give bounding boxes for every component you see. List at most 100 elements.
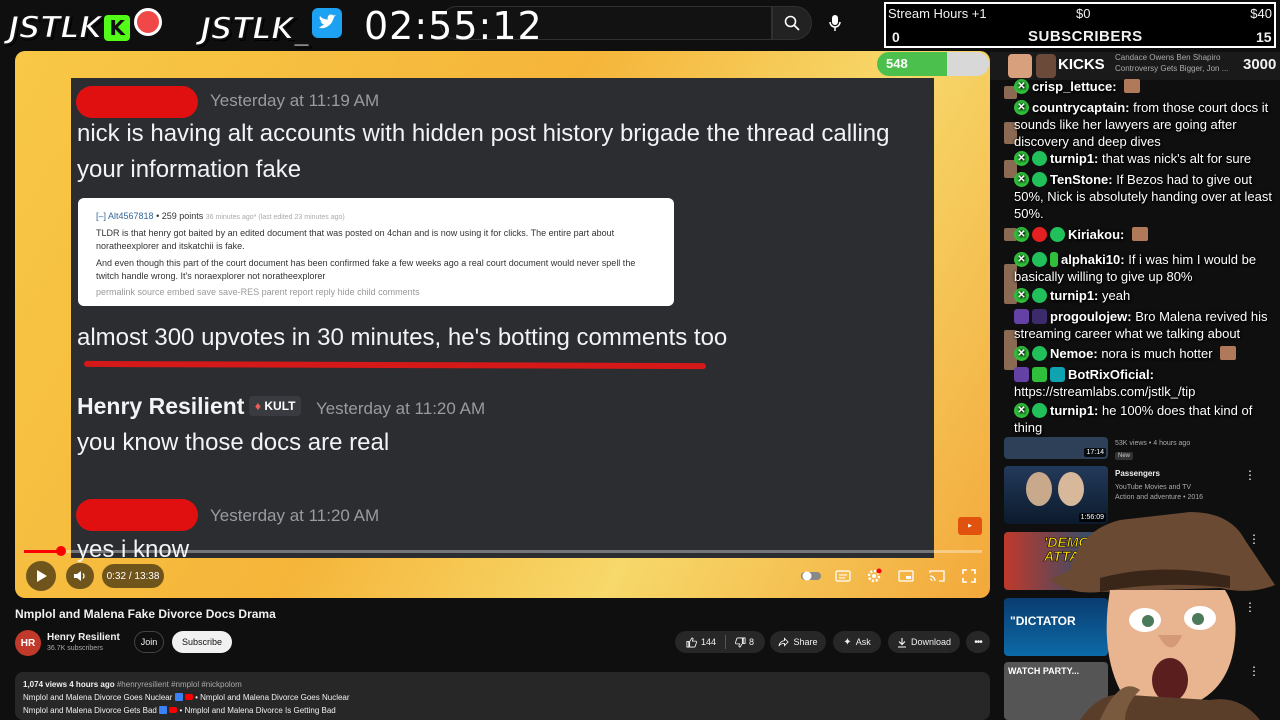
channel-subscribers: 36.7K subscribers <box>47 645 104 652</box>
stream-timer: 02:55:12 <box>364 4 543 48</box>
description-link[interactable]: • Nmplol and Malena Divorce Goes Nuclear <box>195 693 349 702</box>
progress-bar[interactable] <box>24 550 982 553</box>
chat-message: crisp_lettuce: <box>1014 78 1278 95</box>
description-line: Nmplol and Malena Divorce Gets Bad • Nmp… <box>23 704 982 717</box>
dislike-count: 8 <box>749 637 755 647</box>
dislike-button[interactable]: 8 <box>735 637 754 648</box>
recommendation-thumbnail[interactable]: 17:14 <box>1004 437 1108 459</box>
chat-text[interactable]: https://streamlabs.com/jstlk_/tip <box>1014 384 1195 399</box>
reddit-paragraph: And even though this part of the court d… <box>96 258 636 281</box>
join-button[interactable]: Join <box>134 631 164 653</box>
miniplayer-icon <box>898 570 914 582</box>
chat-text: yeah <box>1102 288 1131 303</box>
video-description[interactable]: 1,074 views 4 hours ago #henryresilient … <box>15 672 990 720</box>
reddit-links: permalink source embed save save-RES par… <box>96 287 420 297</box>
reddit-user: [–] Alt4567818 <box>96 211 154 221</box>
microphone-icon <box>829 15 841 31</box>
chat-message: countrycaptain: from those court docs it… <box>1014 99 1278 150</box>
captions-icon <box>834 570 851 582</box>
arrow-icon <box>159 706 168 714</box>
subscriber-badge-icon <box>1032 403 1047 418</box>
voice-search-button[interactable] <box>820 6 850 40</box>
fullscreen-button[interactable] <box>958 567 980 585</box>
description-meta: 1,074 views 4 hours ago #henryresilient … <box>23 678 982 691</box>
like-dislike-group: 144 8 <box>675 631 765 653</box>
subscriber-badge-icon <box>1032 288 1047 303</box>
emote-icon <box>1220 346 1237 360</box>
message-timestamp: Yesterday at 11:19 AM <box>210 91 380 110</box>
subscribe-button[interactable]: Subscribe <box>172 631 232 653</box>
username: Henry Resilient <box>77 393 245 419</box>
chat-username[interactable]: turnip1: <box>1050 151 1098 166</box>
share-label: Share <box>793 637 818 647</box>
subscribe-watermark[interactable]: ▶ <box>958 517 982 535</box>
chat-text: nora is much hotter <box>1101 346 1213 361</box>
more-options-icon[interactable]: ⋮ <box>1244 468 1256 482</box>
chat-message: turnip1: that was nick's alt for sure <box>1014 150 1278 167</box>
new-badge: New <box>1115 452 1134 460</box>
reddit-comment-meta: [–] Alt4567818 • 259 points 36 minutes a… <box>96 210 656 224</box>
kicks-desc-line1: Candace Owens Ben Shapiro <box>1115 53 1221 62</box>
kick-x-badge-icon <box>1014 78 1029 95</box>
chat-username[interactable]: BotRixOficial: <box>1068 367 1154 382</box>
kick-channel-logo: JSTLK K <box>7 8 162 45</box>
chat-username[interactable]: countrycaptain: <box>1032 100 1130 115</box>
chat-username[interactable]: crisp_lettuce: <box>1032 79 1117 94</box>
stream-hours-title: Stream Hours +1 <box>888 6 987 21</box>
ask-button[interactable]: ✦ Ask <box>833 631 881 653</box>
play-button[interactable] <box>26 561 56 591</box>
recommendation-title[interactable]: Passengers <box>1115 469 1160 478</box>
chat-username[interactable]: progoulojew: <box>1050 309 1132 324</box>
more-actions-button[interactable]: ••• <box>966 631 990 653</box>
share-button[interactable]: Share <box>770 631 826 653</box>
redacted-username <box>76 499 198 531</box>
chat-username[interactable]: alphaki10: <box>1061 252 1125 267</box>
message-text: almost 300 upvotes in 30 minutes, he's b… <box>77 324 728 351</box>
description-link[interactable]: • Nmplol and Malena Divorce Is Getting B… <box>180 706 336 715</box>
kick-x-badge-icon <box>1014 287 1029 304</box>
settings-button[interactable] <box>863 567 885 585</box>
counter-value: 548 <box>886 56 908 71</box>
chat-message: Nemoe: nora is much hotter <box>1014 345 1278 362</box>
like-button[interactable]: 144 <box>686 637 716 648</box>
reddit-points: • 259 points <box>156 211 204 221</box>
gear-icon <box>867 568 882 583</box>
cast-button[interactable] <box>926 567 948 585</box>
subscriber-badge-icon <box>1032 252 1047 267</box>
autoplay-toggle[interactable] <box>800 567 822 585</box>
miniplayer-button[interactable] <box>895 567 917 585</box>
download-label: Download <box>910 637 952 647</box>
arrow-icon <box>174 693 183 701</box>
channel-name[interactable]: Henry Resilient <box>47 632 120 643</box>
kicks-desc-line2: Controversy Gets Bigger, Jon ... <box>1115 64 1229 73</box>
download-button[interactable]: Download <box>888 631 960 653</box>
role-tag: ♦ KULT <box>248 396 302 416</box>
video-title: Nmplol and Malena Fake Divorce Docs Dram… <box>15 607 276 621</box>
role-tag-label: KULT <box>264 399 296 413</box>
chat-message: BotRixOficial: https://streamlabs.com/js… <box>1014 366 1278 400</box>
youtube-icon <box>169 707 178 713</box>
chat-username[interactable]: Nemoe: <box>1050 346 1098 361</box>
chat-username[interactable]: Kiriakou: <box>1068 227 1124 242</box>
volume-icon <box>74 571 85 581</box>
captions-button[interactable] <box>832 567 854 585</box>
message-text-line: nick is having alt accounts with hidden … <box>77 120 890 147</box>
chat-username[interactable]: turnip1: <box>1050 403 1098 418</box>
chat-username[interactable]: TenStone: <box>1050 172 1113 187</box>
emote-icon <box>1124 79 1141 93</box>
recommendation-stats: 53K views • 4 hours ago <box>1115 440 1191 447</box>
search-button[interactable] <box>772 6 812 40</box>
fullscreen-icon <box>962 569 976 583</box>
channel-avatar[interactable]: HR <box>15 630 41 656</box>
volume-button[interactable] <box>66 563 94 589</box>
hashtags[interactable]: #henryresilient #nmplol #nickpolom <box>117 680 242 689</box>
more-icon: ••• <box>974 636 982 648</box>
kicks-label: KICKS <box>1058 56 1105 73</box>
gift-badge-icon <box>1050 252 1058 267</box>
message-text: nick is having alt accounts with hidden … <box>77 116 937 188</box>
video-duration: 17:14 <box>1084 448 1106 457</box>
twitch-icon <box>1014 367 1029 382</box>
subscriber-badge-icon <box>1050 227 1065 242</box>
chat-username[interactable]: turnip1: <box>1050 288 1098 303</box>
time-display: 0:32 / 13:38 <box>102 564 164 588</box>
